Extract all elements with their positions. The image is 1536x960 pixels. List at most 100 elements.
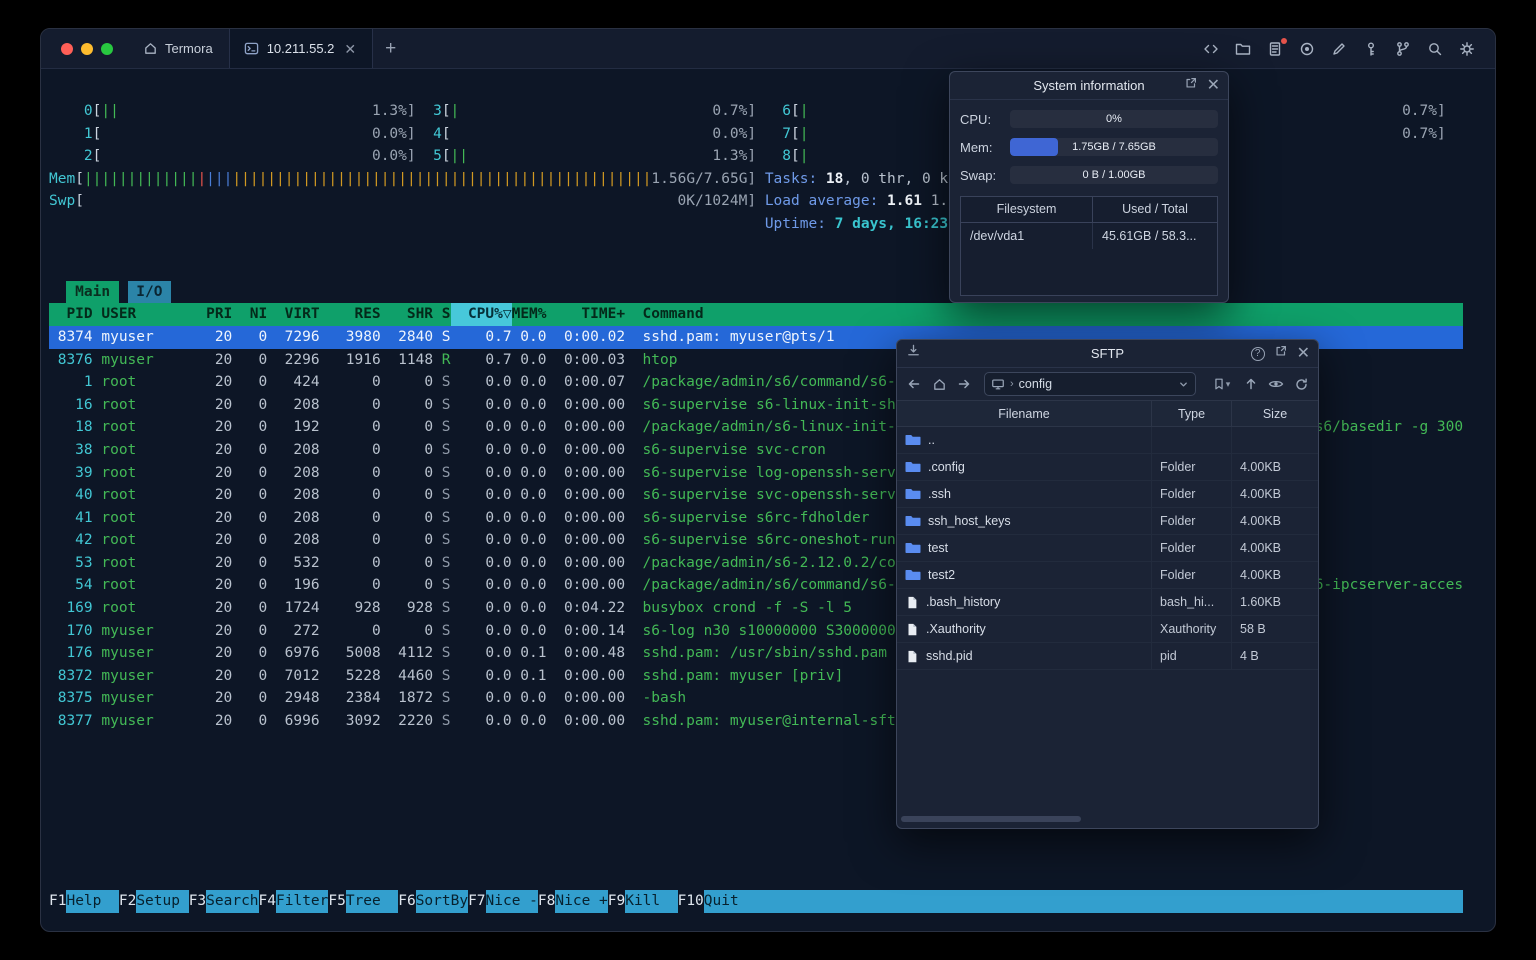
column-header-command[interactable]: Command — [643, 303, 1464, 326]
file-icon — [908, 623, 917, 635]
file-row[interactable]: .config Folder 4.00KB — [897, 454, 1318, 481]
horizontal-scrollbar[interactable] — [901, 816, 1081, 822]
htop-tab-io[interactable]: I/O — [127, 280, 172, 304]
tab-home[interactable]: Termora — [127, 29, 229, 68]
cpu-usage-value: 0% — [1106, 113, 1122, 125]
function-key[interactable]: F9 Kill — [607, 890, 678, 913]
column-header-ni[interactable]: NI — [232, 303, 267, 326]
column-header-pri[interactable]: PRI — [189, 303, 232, 326]
function-key[interactable]: F1 Help — [49, 890, 119, 913]
up-directory-icon[interactable] — [1242, 375, 1260, 393]
file-icon — [908, 650, 917, 662]
bookmark-icon[interactable]: ▾ — [1207, 375, 1235, 393]
sftp-nav-bar: › config ▾ — [897, 368, 1318, 400]
function-key[interactable]: F7 Nice - — [468, 890, 538, 913]
column-header-res[interactable]: RES — [320, 303, 380, 326]
git-branch-icon[interactable] — [1393, 39, 1413, 59]
titlebar: Termora 10.211.55.2 ✕ + — [41, 29, 1495, 69]
htop-function-bar: F1 Help F2 Setup F3 Search F4 Filter F5 Tree … — [49, 890, 1464, 913]
type-column-header[interactable]: Type — [1152, 401, 1232, 426]
column-header-shr[interactable]: SHR — [381, 303, 433, 326]
memory-label: Mem: — [960, 139, 993, 155]
minimize-window-button[interactable] — [81, 42, 93, 55]
tab-session[interactable]: 10.211.55.2 ✕ — [228, 29, 374, 68]
file-row[interactable]: .bash_history bash_hi... 1.60KB — [897, 589, 1318, 616]
forward-icon[interactable] — [955, 375, 973, 393]
close-panel-icon[interactable]: ✕ — [1207, 78, 1220, 94]
function-key[interactable]: F3 Search — [188, 890, 259, 913]
path-breadcrumb[interactable]: › config — [984, 372, 1196, 396]
sftp-title: SFTP — [1090, 346, 1125, 361]
download-icon[interactable] — [906, 340, 921, 368]
memory-meter-line: Mem[||||||||||||| | ||| |||||||||||||||||||… — [49, 168, 1463, 191]
size-column-header[interactable]: Size — [1232, 401, 1318, 426]
column-header-cpu-sorted[interactable]: CPU%▽ — [450, 303, 512, 326]
file-name: .ssh — [928, 487, 951, 501]
code-icon[interactable] — [1201, 39, 1221, 59]
column-header-virt[interactable]: VIRT — [267, 303, 320, 326]
filesystem-row[interactable]: /dev/vda1 45.61GB / 58.3... — [961, 223, 1217, 249]
open-in-new-window-icon[interactable] — [1274, 340, 1288, 368]
sftp-panel: SFTP ? ✕ › config ▾ Filename Type Size .… — [896, 339, 1319, 829]
function-key[interactable]: F5 Tree — [328, 890, 398, 913]
file-row[interactable]: .. — [897, 427, 1318, 454]
file-size: 4.00KB — [1240, 514, 1282, 528]
filename-column-header[interactable]: Filename — [897, 401, 1152, 426]
settings-gear-icon[interactable] — [1457, 39, 1477, 59]
function-key[interactable]: F8 Nice + — [537, 890, 608, 913]
edit-icon[interactable] — [1329, 39, 1349, 59]
close-tab-icon[interactable]: ✕ — [342, 40, 358, 58]
column-header-user[interactable]: USER — [101, 303, 188, 326]
system-info-title: System information — [1033, 78, 1145, 93]
home-icon[interactable] — [930, 375, 948, 393]
folder-icon — [905, 543, 921, 553]
file-row[interactable]: test Folder 4.00KB — [897, 535, 1318, 562]
htop-tab-main[interactable]: Main — [66, 280, 119, 304]
file-name: .. — [928, 433, 935, 447]
process-table-header: PID USER PRI NI VIRT RES SHR S CPU%▽ MEM… — [49, 303, 1464, 326]
file-row[interactable]: ssh_host_keys Folder 4.00KB — [897, 508, 1318, 535]
record-icon[interactable] — [1297, 39, 1317, 59]
file-row[interactable]: .Xauthority Xauthority 58 B — [897, 616, 1318, 643]
function-key[interactable]: F10 Quit — [677, 890, 757, 913]
refresh-icon[interactable] — [1292, 375, 1310, 393]
file-icon — [908, 596, 917, 608]
home-tab-label: Termora — [165, 41, 213, 56]
file-row[interactable]: sshd.pid pid 4 B — [897, 643, 1318, 670]
column-header-state[interactable]: S — [433, 303, 451, 326]
file-row[interactable]: .ssh Folder 4.00KB — [897, 481, 1318, 508]
zoom-window-button[interactable] — [101, 42, 113, 55]
uptime-line: Uptime: 7 days, 16:23:12 — [49, 213, 1463, 236]
search-icon[interactable] — [1425, 39, 1445, 59]
new-tab-button[interactable]: + — [373, 29, 408, 68]
close-panel-icon[interactable]: ✕ — [1297, 346, 1310, 362]
folder-icon — [905, 516, 921, 526]
cpu-label: CPU: — [960, 111, 992, 127]
folder-icon[interactable] — [1233, 39, 1253, 59]
chevron-down-icon[interactable] — [1178, 379, 1189, 390]
swap-usage-row: Swap: 0 B / 1.00GB — [960, 166, 1218, 184]
close-window-button[interactable] — [61, 42, 73, 55]
key-icon[interactable] — [1361, 39, 1381, 59]
caret-down-icon: ▾ — [1225, 378, 1231, 389]
file-type: pid — [1152, 643, 1232, 669]
column-header-mem[interactable]: MEM% — [512, 303, 547, 326]
column-header-pid[interactable]: PID — [49, 303, 92, 326]
filesystem-table-header: Filesystem Used / Total — [961, 197, 1217, 223]
help-icon[interactable]: ? — [1250, 347, 1265, 361]
open-in-new-window-icon[interactable] — [1184, 72, 1198, 100]
swap-usage-bar: 0 B / 1.00GB — [1010, 166, 1218, 184]
function-key[interactable]: F4 Filter — [258, 890, 328, 913]
app-window: Termora 10.211.55.2 ✕ + 0 [|| 1.3%] 3 [… — [40, 28, 1496, 932]
file-list-icon[interactable] — [1265, 37, 1287, 59]
file-type — [1152, 427, 1232, 453]
file-row[interactable]: test2 Folder 4.00KB — [897, 562, 1318, 589]
back-icon[interactable] — [905, 375, 923, 393]
function-key[interactable]: F2 Setup — [118, 890, 189, 913]
file-name: .bash_history — [926, 595, 1001, 609]
show-hidden-eye-icon[interactable] — [1267, 375, 1285, 393]
function-key[interactable]: F6 SortBy — [398, 890, 468, 913]
swap-meter-line: Swp[0K/1024M] Load average: 1.61 1.13 0.… — [49, 190, 1463, 213]
folder-icon — [905, 462, 921, 472]
column-header-time[interactable]: TIME+ — [547, 303, 625, 326]
